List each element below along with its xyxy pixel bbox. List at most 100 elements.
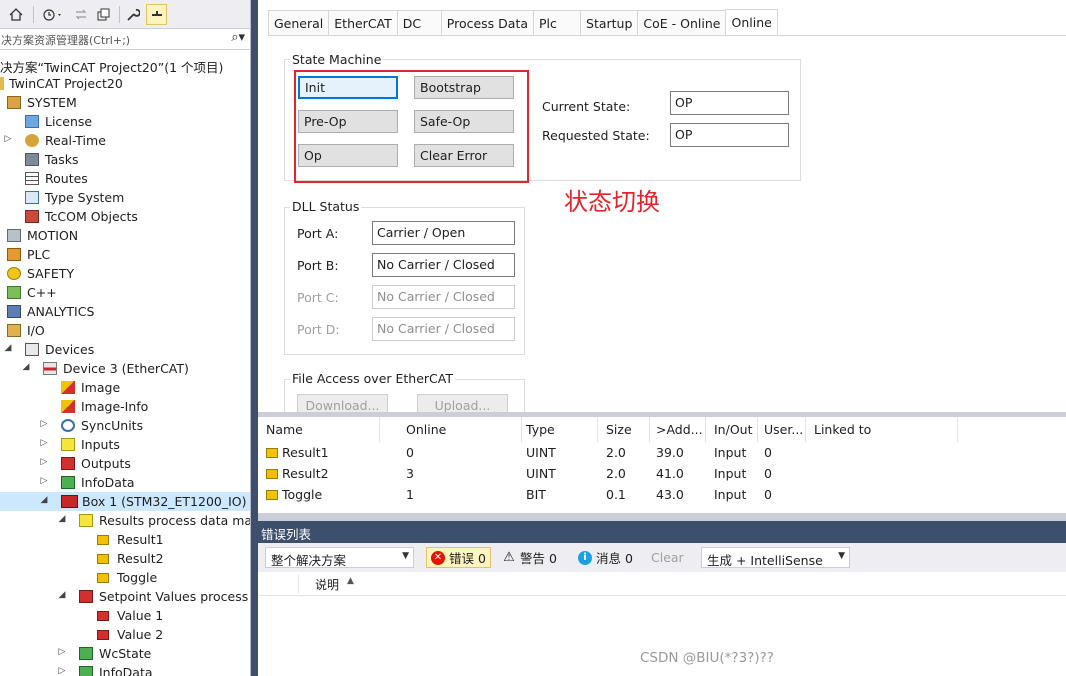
tree-item-devices[interactable]: ◢ Devices bbox=[0, 340, 250, 359]
tree-item-infodata2[interactable]: ▷ InfoData bbox=[0, 663, 250, 676]
chevron-right-icon[interactable]: ▷ bbox=[57, 666, 67, 676]
column-header-type[interactable]: Type bbox=[518, 417, 598, 442]
warnings-filter-button[interactable]: ⚠ 警告 0 bbox=[498, 547, 561, 568]
tree-item-safety[interactable]: SAFETY bbox=[0, 264, 250, 283]
column-header-description[interactable]: 说明 bbox=[315, 576, 339, 593]
tab-plc[interactable]: Plc bbox=[533, 10, 581, 36]
port-a-field: Carrier / Open bbox=[372, 221, 515, 245]
tree-item-results-mapping[interactable]: ◢ Results process data mapping bbox=[0, 511, 250, 530]
tree-item-inputs[interactable]: ▷ Inputs bbox=[0, 435, 250, 454]
tree-item-infodata[interactable]: ▷ InfoData bbox=[0, 473, 250, 492]
column-header-name[interactable]: Name bbox=[258, 417, 380, 442]
tree-item-wcstate[interactable]: ▷ WcState bbox=[0, 644, 250, 663]
tree-item-tccom[interactable]: TcCOM Objects bbox=[0, 207, 250, 226]
table-row[interactable]: Toggle 1 BIT 0.1 43.0 Input 0 bbox=[258, 485, 1066, 506]
column-header-size[interactable]: Size bbox=[598, 417, 650, 442]
tree-item-typesystem[interactable]: Type System bbox=[0, 188, 250, 207]
scope-dropdown[interactable]: 整个解决方案 ▼ bbox=[265, 547, 414, 568]
tab-ethercat[interactable]: EtherCAT bbox=[328, 10, 397, 36]
clock-icon[interactable] bbox=[38, 4, 68, 25]
inputs-icon bbox=[61, 438, 75, 451]
build-source-dropdown[interactable]: 生成 + IntelliSense ▼ bbox=[701, 547, 850, 568]
wrench-icon[interactable] bbox=[123, 4, 143, 25]
cpp-icon bbox=[7, 286, 21, 299]
tree-item-value1[interactable]: Value 1 bbox=[0, 606, 250, 625]
chevron-down-icon[interactable]: ◢ bbox=[57, 514, 67, 524]
license-icon bbox=[25, 115, 39, 128]
chevron-right-icon[interactable]: ▷ bbox=[39, 476, 49, 486]
tree-item-imageinfo[interactable]: Image-Info bbox=[0, 397, 250, 416]
search-icon[interactable]: ⌕▾ bbox=[231, 30, 245, 45]
error-list-header: 说明 ▲ bbox=[258, 572, 1066, 596]
tree-item-cpp[interactable]: C++ bbox=[0, 283, 250, 302]
tree-item-image[interactable]: Image bbox=[0, 378, 250, 397]
errors-filter-button[interactable]: ✕ 错误 0 bbox=[426, 547, 491, 568]
tree-item-outputs[interactable]: ▷ Outputs bbox=[0, 454, 250, 473]
tree-item-value2[interactable]: Value 2 bbox=[0, 625, 250, 644]
tree-item-syncunits[interactable]: ▷ SyncUnits bbox=[0, 416, 250, 435]
chevron-down-icon[interactable]: ◢ bbox=[3, 343, 13, 353]
tab-process-data[interactable]: Process Data bbox=[440, 10, 534, 36]
tab-online[interactable]: Online bbox=[725, 9, 778, 36]
tree-item-routes[interactable]: Routes bbox=[0, 169, 250, 188]
tree-item-project[interactable]: TwinCAT Project20 bbox=[0, 74, 250, 93]
chevron-right-icon[interactable]: ▷ bbox=[57, 647, 67, 657]
annotation-text: 状态切换 bbox=[564, 188, 660, 216]
clear-button[interactable]: Clear bbox=[647, 547, 688, 568]
tree-item-box1[interactable]: ◢ Box 1 (STM32_ET1200_IO) bbox=[0, 492, 250, 511]
file-access-title: File Access over EtherCAT bbox=[290, 371, 455, 386]
port-d-label: Port D: bbox=[297, 322, 340, 337]
tab-general[interactable]: General bbox=[268, 10, 329, 36]
chevron-down-icon[interactable]: ◢ bbox=[57, 590, 67, 600]
chevron-right-icon[interactable]: ▷ bbox=[39, 457, 49, 467]
chevron-right-icon[interactable]: ▷ bbox=[3, 134, 13, 144]
tab-coe-online[interactable]: CoE - Online bbox=[637, 10, 726, 36]
tree-item-plc[interactable]: PLC bbox=[0, 245, 250, 264]
table-row[interactable]: Result1 0 UINT 2.0 39.0 Input 0 bbox=[258, 443, 1066, 464]
tree-item-setpoint-mapping[interactable]: ◢ Setpoint Values process data mapping bbox=[0, 587, 250, 606]
column-header-inout[interactable]: In/Out bbox=[706, 417, 758, 442]
tree-item-result1[interactable]: Result1 bbox=[0, 530, 250, 549]
tree-item-motion[interactable]: MOTION bbox=[0, 226, 250, 245]
tree-item-result2[interactable]: Result2 bbox=[0, 549, 250, 568]
input-variable-icon bbox=[266, 469, 278, 479]
chevron-right-icon[interactable]: ▷ bbox=[39, 419, 49, 429]
error-icon: ✕ bbox=[431, 550, 445, 565]
tree-item-solution[interactable]: 决方案“TwinCAT Project20”(1 个项目) bbox=[0, 55, 250, 75]
tree-item-realtime[interactable]: ▷ Real-Time bbox=[0, 131, 250, 150]
output-variable-icon bbox=[97, 611, 109, 621]
chevron-right-icon[interactable]: ▷ bbox=[39, 438, 49, 448]
column-header-online[interactable]: Online bbox=[398, 417, 522, 442]
tree-item-license[interactable]: License bbox=[0, 112, 250, 131]
pin-icon[interactable] bbox=[146, 4, 167, 25]
watermark: CSDN @BIU(*?3?)?? bbox=[640, 650, 774, 666]
routes-icon bbox=[25, 172, 39, 185]
tree-item-io[interactable]: I/O bbox=[0, 321, 250, 340]
column-header-linked-to[interactable]: Linked to bbox=[806, 417, 958, 442]
collapse-all-icon[interactable] bbox=[95, 4, 113, 25]
panel-splitter-bottom[interactable] bbox=[258, 513, 1066, 521]
tasks-icon bbox=[25, 153, 39, 166]
column-header-user[interactable]: User... bbox=[756, 417, 806, 442]
tree-item-system[interactable]: SYSTEM bbox=[0, 93, 250, 112]
safety-icon bbox=[7, 267, 21, 280]
annotation-highlight-box bbox=[294, 70, 529, 183]
search-input[interactable]: 决方案资源管理器(Ctrl+;) bbox=[1, 32, 130, 48]
realtime-icon bbox=[25, 134, 39, 147]
messages-filter-button[interactable]: i 消息 0 bbox=[574, 547, 637, 568]
column-header-address[interactable]: >Add... bbox=[648, 417, 706, 442]
tab-startup[interactable]: Startup bbox=[580, 10, 638, 36]
tree-item-device3[interactable]: ◢ Device 3 (EtherCAT) bbox=[0, 359, 250, 378]
table-row[interactable]: Result2 3 UINT 2.0 41.0 Input 0 bbox=[258, 464, 1066, 485]
chevron-down-icon[interactable]: ◢ bbox=[21, 362, 31, 372]
panel-splitter[interactable] bbox=[251, 0, 258, 676]
home-icon[interactable] bbox=[6, 4, 26, 25]
chevron-down-icon[interactable]: ◢ bbox=[39, 495, 49, 505]
sync-arrows-icon[interactable] bbox=[72, 4, 90, 25]
search-box[interactable]: 决方案资源管理器(Ctrl+;) ⌕▾ bbox=[0, 29, 250, 50]
tree-item-tasks[interactable]: Tasks bbox=[0, 150, 250, 169]
current-state-field: OP bbox=[670, 91, 789, 115]
tree-item-toggle[interactable]: Toggle bbox=[0, 568, 250, 587]
tree-item-analytics[interactable]: ANALYTICS bbox=[0, 302, 250, 321]
tab-dc[interactable]: DC bbox=[396, 10, 441, 36]
